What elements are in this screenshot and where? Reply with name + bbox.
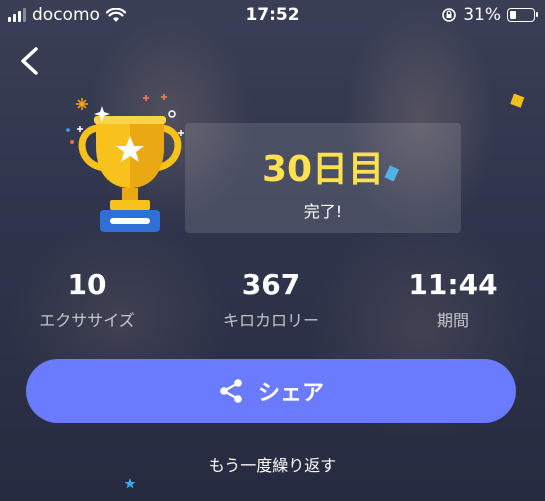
share-button-label: シェア <box>257 381 324 406</box>
stat-duration: 11:44 期間 <box>378 268 528 331</box>
stat-calories: 367 キロカロリー <box>196 268 346 331</box>
stat-value: 367 <box>241 268 301 301</box>
completed-label: 完了! <box>303 202 343 221</box>
share-icon <box>220 379 242 403</box>
stat-label: 期間 <box>436 311 469 330</box>
share-button[interactable]: シェア <box>26 359 516 423</box>
trophy-icon <box>78 106 182 232</box>
confetti-decoration <box>66 93 525 489</box>
stat-label: キロカロリー <box>222 311 319 330</box>
day-title: 30日目 <box>261 149 385 190</box>
repeat-link[interactable]: もう一度繰り返す <box>0 452 545 476</box>
stat-value: 10 <box>67 268 107 301</box>
stat-label: エクササイズ <box>39 311 135 330</box>
stat-value: 11:44 <box>408 268 498 301</box>
stat-exercises: 10 エクササイズ <box>12 268 162 331</box>
